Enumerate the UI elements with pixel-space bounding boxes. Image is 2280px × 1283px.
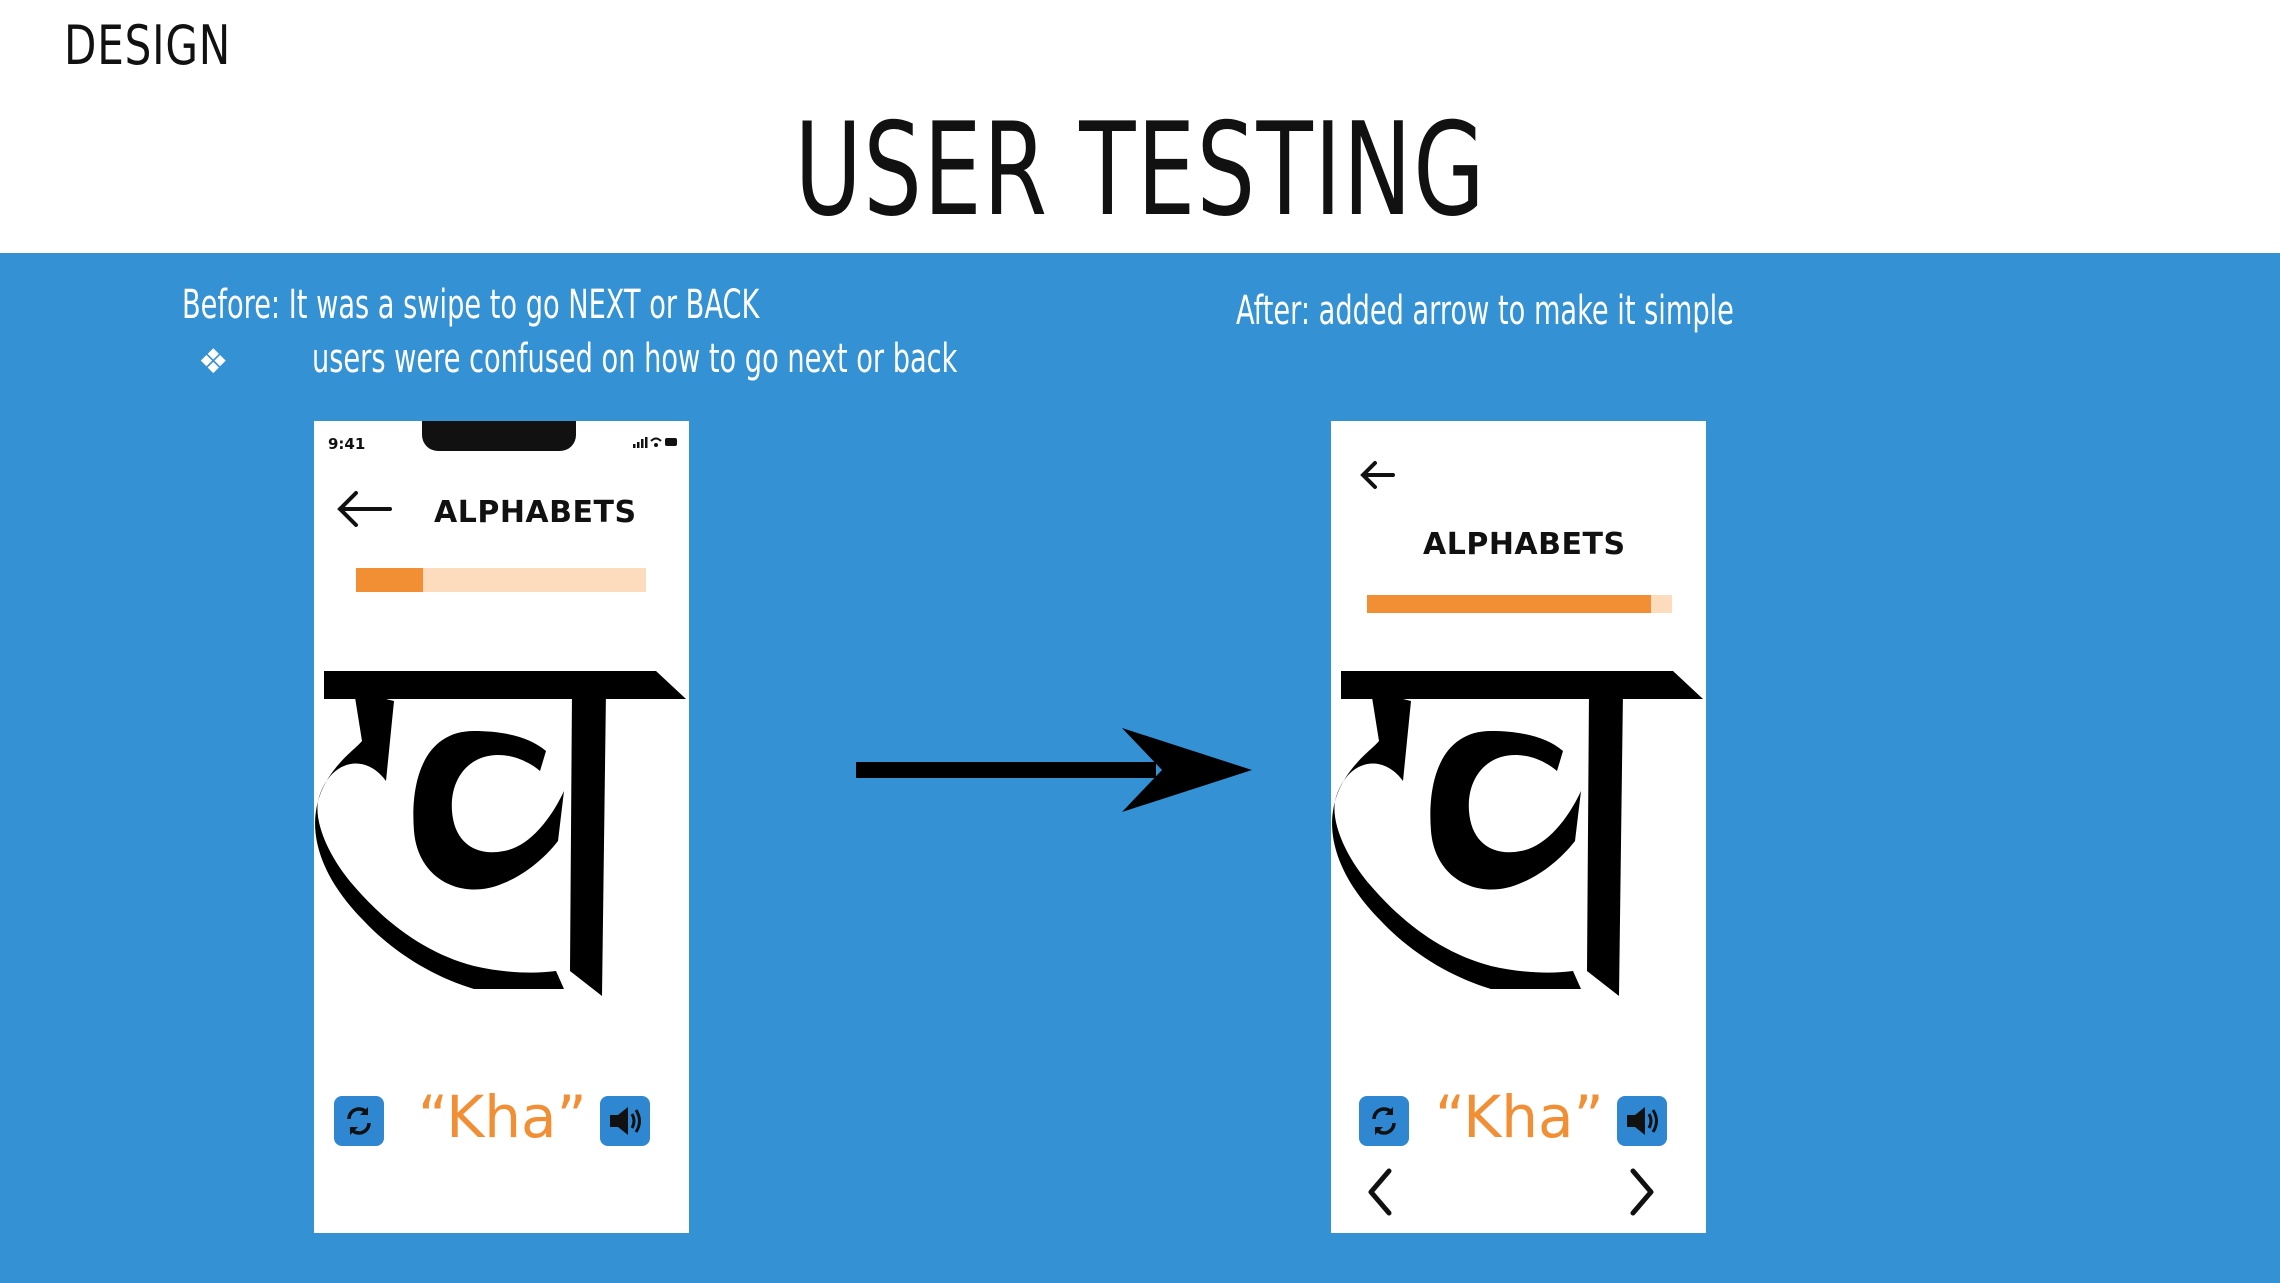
devanagari-letter (314, 671, 689, 1041)
progress-fill (1367, 595, 1651, 613)
bullet-icon: ❖ (198, 342, 229, 382)
chevron-left-icon[interactable] (1365, 1167, 1395, 1217)
after-heading: After: added arrow to make it simple (1236, 288, 1734, 334)
progress-fill (356, 568, 423, 592)
refresh-icon (341, 1103, 377, 1139)
progress-bar (1367, 595, 1672, 613)
devanagari-letter (1331, 671, 1706, 1041)
slide-header: DESIGN USER TESTING (0, 0, 2280, 253)
syllable-label: “Kha” (1435, 1083, 1604, 1151)
screen-title: ALPHABETS (1423, 527, 1626, 562)
back-arrow-icon[interactable] (334, 489, 392, 529)
page-title: USER TESTING (0, 96, 2280, 245)
refresh-icon (1366, 1103, 1402, 1139)
refresh-button[interactable] (334, 1096, 384, 1146)
progress-bar (356, 568, 646, 592)
status-time: 9:41 (328, 435, 366, 453)
speaker-button[interactable] (600, 1096, 650, 1146)
before-phone-screen: 9:41 ALPHABETS “Kha” (314, 421, 689, 1233)
phone-notch (422, 421, 576, 451)
back-arrow-icon[interactable] (1357, 457, 1397, 493)
refresh-button[interactable] (1359, 1096, 1409, 1146)
before-bullet-text: users were confused on how to go next or… (312, 336, 958, 382)
screen-title: ALPHABETS (434, 495, 637, 530)
right-arrow-icon (856, 724, 1252, 816)
after-phone-screen: ALPHABETS “Kha” (1331, 421, 1706, 1233)
syllable-label: “Kha” (418, 1083, 587, 1151)
page-title-text: USER TESTING (794, 96, 1486, 245)
section-label: DESIGN (64, 14, 232, 77)
chevron-right-icon[interactable] (1627, 1167, 1657, 1217)
before-heading: Before: It was a swipe to go NEXT or BAC… (182, 282, 760, 328)
speaker-icon (1623, 1104, 1661, 1138)
speaker-button[interactable] (1617, 1096, 1667, 1146)
speaker-icon (606, 1104, 644, 1138)
status-icons (633, 435, 679, 449)
